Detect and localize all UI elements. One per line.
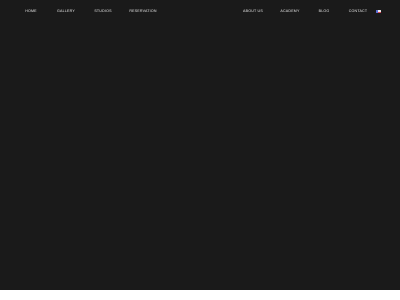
nav-about-link[interactable]: ABOUT US bbox=[243, 9, 263, 14]
language-flag-icon[interactable] bbox=[376, 10, 381, 13]
bottom-strip bbox=[0, 290, 400, 300]
main-navigation: HOME GALLERY STUDIOS RESERVATION ABOUT U… bbox=[0, 9, 400, 15]
nav-home-link[interactable]: HOME bbox=[25, 9, 37, 14]
nav-blog-link[interactable]: BLOG bbox=[319, 9, 330, 14]
nav-studios-link[interactable]: STUDIOS bbox=[94, 9, 111, 14]
nav-reservation-link[interactable]: RESERVATION bbox=[129, 9, 156, 14]
nav-gallery-link[interactable]: GALLERY bbox=[57, 9, 75, 14]
nav-academy-link[interactable]: ACADEMY bbox=[280, 9, 299, 14]
page-background: HOME GALLERY STUDIOS RESERVATION ABOUT U… bbox=[0, 0, 400, 290]
flag-red-part bbox=[378, 11, 381, 13]
nav-contact-link[interactable]: CONTACT bbox=[349, 9, 368, 14]
